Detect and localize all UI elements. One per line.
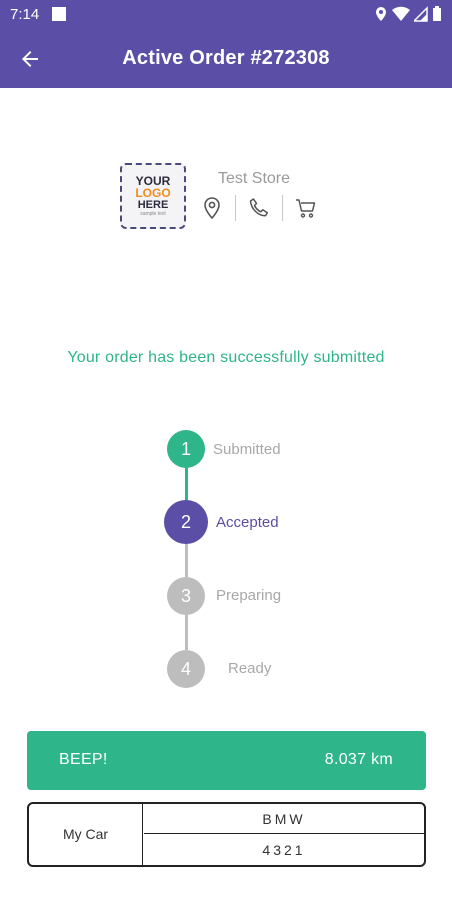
- page-title: Active Order #272308: [122, 47, 330, 69]
- cart-icon: [296, 199, 316, 218]
- map-pin-icon: [204, 197, 220, 220]
- car-info-table: My Car BMW 4321: [27, 802, 426, 867]
- notification-icon: [52, 7, 66, 21]
- logo-line-3: HERE: [137, 199, 169, 211]
- step-label: Ready: [228, 660, 272, 677]
- wifi-icon: [392, 6, 410, 22]
- order-status-message: Your order has been successfully submitt…: [67, 349, 385, 366]
- status-bar: 7:14: [0, 0, 452, 30]
- location-icon: [376, 7, 386, 21]
- step-submitted: 1 Submitted: [0, 428, 452, 472]
- battery-icon: [433, 6, 441, 21]
- step-number-badge: 3: [167, 577, 205, 615]
- logo-line-2: LOGO: [135, 186, 171, 200]
- system-icons: [374, 6, 442, 22]
- step-preparing: 3 Preparing: [0, 575, 452, 619]
- step-label: Submitted: [213, 441, 281, 458]
- divider: [235, 195, 236, 221]
- car-make: BMW: [144, 804, 424, 834]
- store-location-button[interactable]: [200, 195, 224, 221]
- car-plate: 4321: [262, 842, 306, 858]
- car-label: My Car: [29, 804, 143, 865]
- distance-value: 8.037 km: [324, 751, 393, 768]
- signal-icon: [414, 6, 428, 22]
- divider: [282, 195, 283, 221]
- step-number-badge: 4: [167, 650, 205, 688]
- logo-line-4: sample text: [140, 211, 166, 217]
- phone-icon: [249, 198, 269, 217]
- step-ready: 4 Ready: [0, 648, 452, 692]
- store-name: Test Store: [218, 170, 291, 187]
- beep-label: BEEP!: [59, 751, 108, 768]
- store-logo: YOUR LOGO HERE sample text: [120, 163, 186, 229]
- store-call-button[interactable]: [247, 195, 271, 221]
- step-number-badge: 1: [167, 430, 205, 468]
- step-number-badge: 2: [164, 500, 208, 544]
- app-bar: Active Order #272308: [0, 30, 452, 88]
- store-cart-button[interactable]: [294, 195, 318, 221]
- store-actions: [200, 195, 318, 221]
- step-label: Preparing: [216, 587, 282, 604]
- step-accepted: 2 Accepted: [0, 500, 452, 544]
- step-connector-2: [185, 543, 188, 577]
- step-label: Accepted: [216, 514, 279, 531]
- beep-button[interactable]: BEEP! 8.037 km: [27, 731, 426, 790]
- status-time: 7:14: [10, 6, 40, 23]
